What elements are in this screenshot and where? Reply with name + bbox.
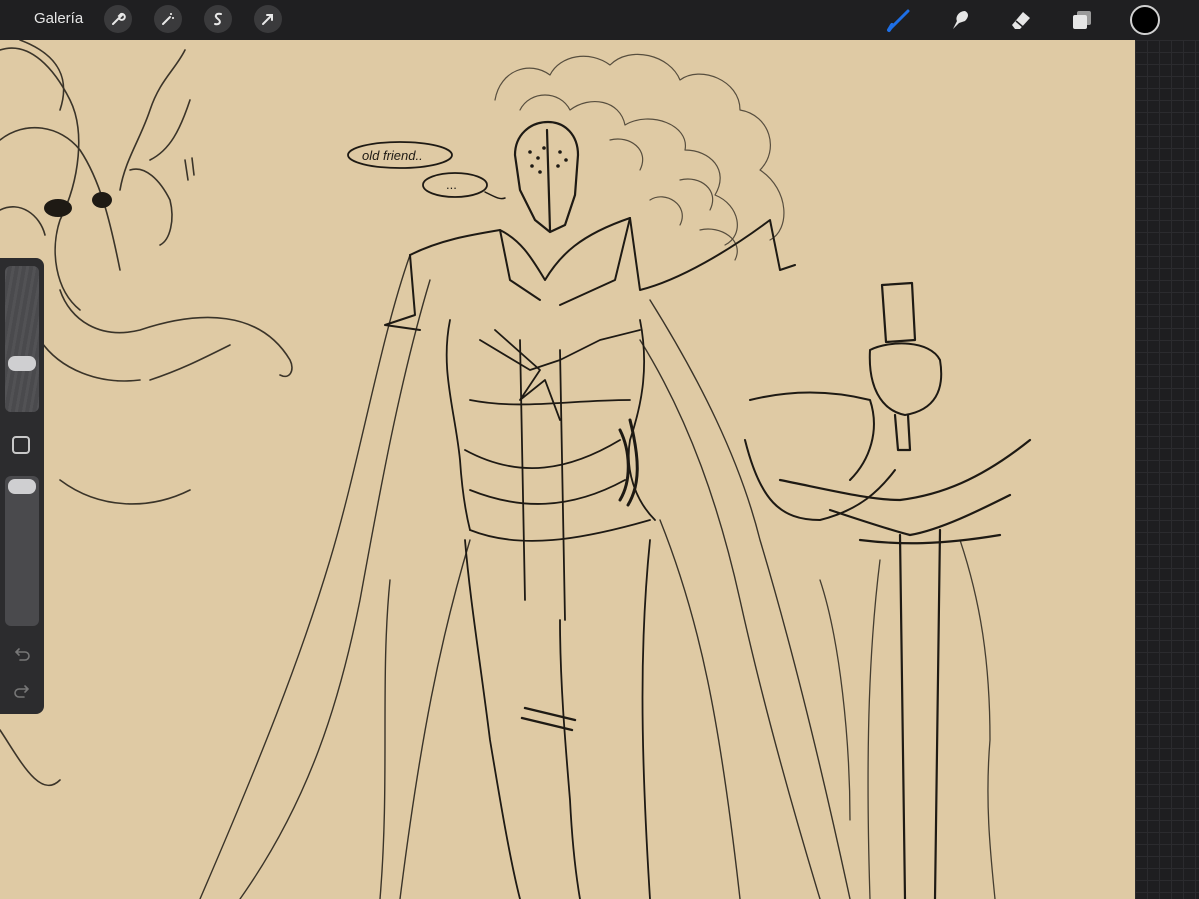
transform-button[interactable] [254, 5, 282, 33]
opacity-thumb[interactable] [8, 479, 36, 494]
eraser-icon [1012, 12, 1030, 29]
brush-size-thumb[interactable] [8, 356, 36, 371]
adjustments-button[interactable] [154, 5, 182, 33]
brush-size-preview [5, 266, 39, 412]
left-sidebar [0, 258, 44, 714]
undo-button[interactable] [10, 643, 34, 667]
modify-button[interactable] [12, 436, 30, 454]
magic-wand-icon [162, 13, 174, 25]
brush-button[interactable] [885, 6, 913, 34]
selection-icon [214, 12, 222, 26]
undo-icon [14, 648, 30, 661]
opacity-slider[interactable] [5, 476, 39, 626]
color-picker-button[interactable] [1130, 5, 1160, 35]
brush-size-slider[interactable] [5, 266, 39, 412]
top-toolbar: Galería [0, 0, 1199, 40]
brush-icon [887, 9, 910, 32]
transform-arrow-icon [262, 14, 273, 25]
sketch-artwork: old friend.. ... [0, 40, 1032, 899]
speech-bubble-text-2: ... [446, 177, 457, 192]
redo-icon [14, 685, 30, 698]
actions-button[interactable] [104, 5, 132, 33]
layers-icon [1073, 11, 1091, 29]
eraser-button[interactable] [1007, 6, 1035, 34]
layers-button[interactable] [1068, 6, 1096, 34]
smudge-icon [953, 11, 968, 29]
redo-button[interactable] [10, 680, 34, 704]
canvas-outside-area [1135, 40, 1199, 899]
smudge-button[interactable] [946, 6, 974, 34]
selection-button[interactable] [204, 5, 232, 33]
speech-bubble-text-1: old friend.. [362, 148, 423, 163]
drawing-canvas[interactable]: old friend.. ... [0, 40, 1135, 899]
wrench-icon [112, 12, 126, 25]
gallery-button[interactable]: Galería [34, 10, 83, 27]
